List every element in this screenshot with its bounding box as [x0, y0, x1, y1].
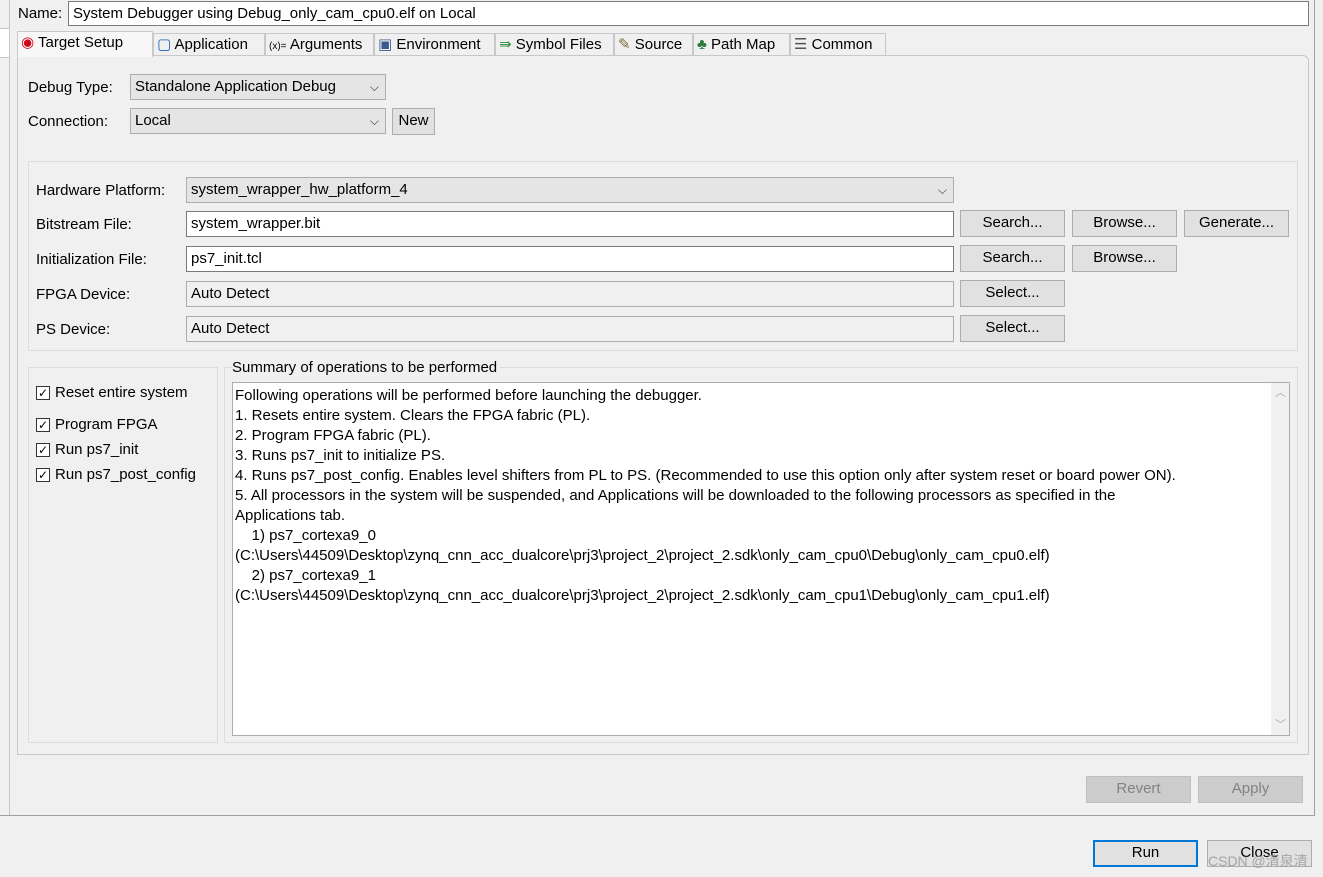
- hardware-platform-label: Hardware Platform:: [36, 182, 166, 199]
- watermark: CSDN @清泉清: [1208, 853, 1308, 869]
- bitstream-search-button[interactable]: Search...: [960, 210, 1065, 237]
- ps-select-button[interactable]: Select...: [960, 315, 1065, 342]
- fpga-device-input: Auto Detect: [186, 281, 954, 307]
- tab-environment[interactable]: ▣ Environment: [374, 33, 495, 56]
- dialog-divider: [0, 815, 1315, 816]
- fpga-device-label: FPGA Device:: [36, 286, 131, 303]
- source-icon: ✎: [618, 36, 631, 53]
- name-input[interactable]: System Debugger using Debug_only_cam_cpu…: [68, 1, 1309, 26]
- revert-button[interactable]: Revert: [1086, 776, 1191, 803]
- run-ps7-init-checkbox[interactable]: ✓ Run ps7_init: [36, 441, 138, 458]
- chevron-down-icon: ⌵: [369, 114, 379, 128]
- name-label: Name:: [18, 5, 63, 22]
- debug-type-label: Debug Type:: [28, 79, 113, 96]
- symbol-files-icon: ⇛: [499, 36, 512, 53]
- summary-title: Summary of operations to be performed: [232, 359, 501, 376]
- init-browse-button[interactable]: Browse...: [1072, 245, 1177, 272]
- connection-label: Connection:: [28, 113, 109, 130]
- program-fpga-checkbox[interactable]: ✓ Program FPGA: [36, 416, 158, 433]
- common-icon: ☰: [794, 36, 808, 53]
- reset-system-checkbox[interactable]: ✓ Reset entire system: [36, 384, 188, 401]
- tab-symbol-files[interactable]: ⇛ Symbol Files: [495, 33, 614, 56]
- scroll-up-icon[interactable]: ︿: [1275, 383, 1286, 403]
- checkbox-icon: ✓: [36, 442, 50, 457]
- tab-common[interactable]: ☰ Common: [790, 33, 886, 56]
- chevron-down-icon: ⌵: [369, 80, 379, 94]
- tab-arguments[interactable]: (x)= Arguments: [265, 33, 374, 56]
- checkbox-icon: ✓: [36, 467, 50, 482]
- tab-path-map[interactable]: ♣ Path Map: [693, 33, 790, 56]
- application-icon: ▢: [157, 36, 172, 53]
- ps-device-label: PS Device:: [36, 321, 111, 338]
- path-map-icon: ♣: [697, 36, 707, 53]
- hardware-platform-select[interactable]: system_wrapper_hw_platform_4 ⌵: [186, 177, 954, 203]
- bitstream-input[interactable]: system_wrapper.bit: [186, 211, 954, 237]
- arguments-icon: (x)=: [269, 41, 287, 52]
- init-file-label: Initialization File:: [36, 251, 147, 268]
- chevron-down-icon: ⌵: [937, 183, 947, 197]
- tab-application[interactable]: ▢ Application: [153, 33, 265, 56]
- bitstream-browse-button[interactable]: Browse...: [1072, 210, 1177, 237]
- summary-textarea[interactable]: Following operations will be performed b…: [232, 382, 1290, 736]
- run-ps7-post-config-checkbox[interactable]: ✓ Run ps7_post_config: [36, 466, 196, 483]
- ps-device-input: Auto Detect: [186, 316, 954, 342]
- connection-select[interactable]: Local ⌵: [130, 108, 386, 134]
- checkbox-icon: ✓: [36, 385, 50, 400]
- debug-type-select[interactable]: Standalone Application Debug ⌵: [130, 74, 386, 100]
- tab-target-setup[interactable]: ◉ Target Setup: [17, 31, 153, 57]
- run-button[interactable]: Run: [1093, 840, 1198, 867]
- environment-icon: ▣: [378, 36, 393, 53]
- bitstream-label: Bitstream File:: [36, 216, 132, 233]
- target-icon: ◉: [21, 34, 35, 51]
- tab-source[interactable]: ✎ Source: [614, 33, 693, 56]
- checkbox-icon: ✓: [36, 417, 50, 432]
- left-panel-box: [0, 28, 10, 58]
- left-panel-edge: [0, 0, 10, 815]
- generate-button[interactable]: Generate...: [1184, 210, 1289, 237]
- init-search-button[interactable]: Search...: [960, 245, 1065, 272]
- apply-button[interactable]: Apply: [1198, 776, 1303, 803]
- dialog-right-edge: [1314, 0, 1315, 815]
- scrollbar[interactable]: ︿ ﹀: [1271, 383, 1289, 735]
- fpga-select-button[interactable]: Select...: [960, 280, 1065, 307]
- new-connection-button[interactable]: New: [392, 108, 435, 135]
- scroll-down-icon[interactable]: ﹀: [1275, 715, 1286, 735]
- init-file-input[interactable]: ps7_init.tcl: [186, 246, 954, 272]
